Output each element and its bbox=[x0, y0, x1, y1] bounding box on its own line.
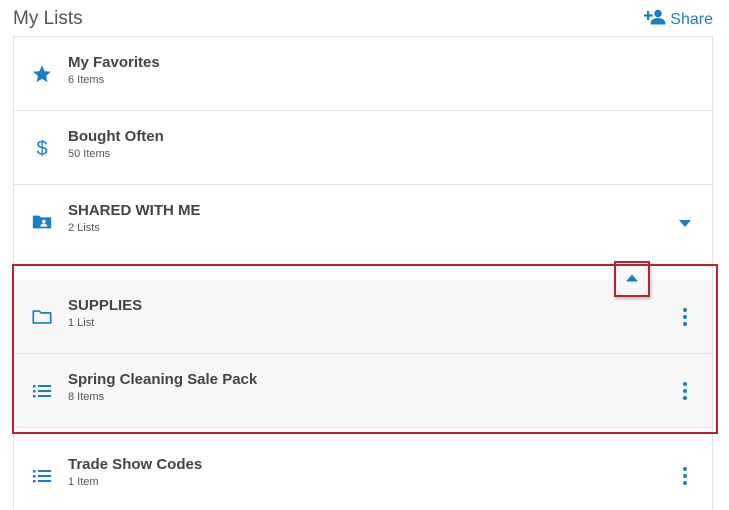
more-options-icon[interactable] bbox=[678, 306, 692, 328]
star-icon bbox=[31, 63, 53, 85]
list-item-name: SHARED WITH ME bbox=[68, 202, 201, 219]
add-person-icon bbox=[643, 9, 666, 30]
shared-folder-icon bbox=[31, 211, 53, 233]
list-item-my-favorites[interactable]: My Favorites 6 Items bbox=[14, 37, 712, 111]
lists-panel: My Favorites 6 Items $ Bought Often 50 I… bbox=[13, 36, 713, 510]
list-icon bbox=[31, 380, 53, 402]
more-options-icon[interactable] bbox=[678, 380, 692, 402]
folder-icon bbox=[31, 306, 53, 328]
header: My Lists Share bbox=[0, 0, 729, 36]
list-item-name: My Favorites bbox=[68, 54, 160, 71]
list-item-count: 6 Items bbox=[68, 74, 105, 86]
svg-text:$: $ bbox=[36, 138, 47, 159]
list-item-supplies[interactable]: SUPPLIES 1 List bbox=[14, 280, 712, 354]
list-item-count: 1 List bbox=[68, 317, 95, 329]
list-item-trade-show-codes[interactable]: Trade Show Codes 1 Item bbox=[14, 439, 712, 510]
list-spacer bbox=[14, 258, 712, 280]
page-title: My Lists bbox=[13, 8, 83, 29]
expand-caret-down-icon[interactable] bbox=[678, 216, 692, 228]
list-icon bbox=[31, 465, 53, 487]
list-item-spring-cleaning-sale-pack[interactable]: Spring Cleaning Sale Pack 8 Items bbox=[14, 354, 712, 428]
list-item-name: Spring Cleaning Sale Pack bbox=[68, 371, 258, 388]
list-item-count: 50 Items bbox=[68, 148, 111, 160]
list-item-name: Bought Often bbox=[68, 128, 164, 145]
list-item-count: 1 Item bbox=[68, 476, 99, 488]
more-options-icon[interactable] bbox=[678, 465, 692, 487]
list-item-count: 2 Lists bbox=[68, 222, 100, 234]
list-item-name: SUPPLIES bbox=[68, 297, 143, 314]
share-button[interactable]: Share bbox=[643, 9, 713, 30]
list-item-bought-often[interactable]: $ Bought Often 50 Items bbox=[14, 111, 712, 185]
dollar-icon: $ bbox=[31, 137, 53, 160]
list-item-shared-with-me[interactable]: SHARED WITH ME 2 Lists bbox=[14, 185, 712, 259]
collapse-toggle-button[interactable] bbox=[614, 261, 650, 297]
share-label: Share bbox=[670, 10, 713, 28]
list-item-count: 8 Items bbox=[68, 391, 105, 403]
caret-up-icon bbox=[625, 270, 639, 288]
list-item-name: Trade Show Codes bbox=[68, 456, 203, 473]
